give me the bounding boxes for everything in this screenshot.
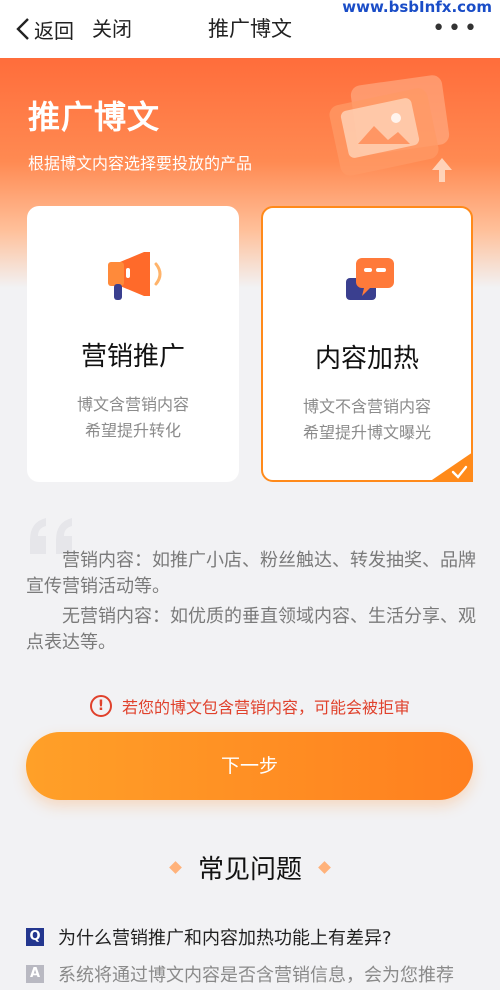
page-title: 推广博文 <box>208 17 292 41</box>
more-options-button[interactable]: ••• <box>432 14 480 44</box>
faq-header: 常见问题 <box>0 850 500 885</box>
warning-icon: ! <box>89 695 112 717</box>
megaphone-icon <box>108 252 162 300</box>
faq-answer-text: 系统将通过博文内容是否含营销信息，会为您推荐 <box>58 965 454 986</box>
faq-question-text: 为什么营销推广和内容加热功能上有差异? <box>58 928 392 949</box>
content-boost-card[interactable]: 内容加热 博文不含营销内容 希望提升博文曝光 <box>261 206 473 482</box>
hero-subtitle: 根据博文内容选择要投放的产品 <box>28 154 253 173</box>
warning-message: ! 若您的博文包含营销内容，可能会被拒审 <box>0 693 500 719</box>
faq-question[interactable]: Q 为什么营销推广和内容加热功能上有差异? <box>26 924 486 950</box>
card-desc-line: 博文不含营销内容 <box>302 397 431 416</box>
card-desc-line: 博文含营销内容 <box>76 395 189 414</box>
chat-bubbles-icon <box>346 258 394 300</box>
promotion-illustration-icon <box>329 75 452 182</box>
card-desc-line: 希望提升转化 <box>84 421 181 440</box>
hero-title: 推广博文 <box>28 98 161 136</box>
diamond-decoration-icon <box>169 860 182 874</box>
question-badge-icon: Q <box>26 928 44 946</box>
card-description: 博文不含营销内容 希望提升博文曝光 <box>263 394 471 446</box>
next-step-button[interactable]: 下一步 <box>26 732 473 800</box>
watermark: www.bsbInfx.com <box>342 0 492 16</box>
nav-bar: 返回 关闭 推广博文 ••• www.bsbInfx.com <box>0 0 500 58</box>
selected-check-icon <box>429 452 473 482</box>
card-desc-line: 希望提升博文曝光 <box>302 423 431 442</box>
non-marketing-content-note: 无营销内容：如优质的垂直领域内容、生活分享、观点表达等。 <box>26 606 476 653</box>
marketing-content-note: 营销内容：如推广小店、粉丝触达、转发抽奖、品牌宣传营销活动等。 <box>26 550 476 597</box>
card-title: 营销推广 <box>80 342 185 372</box>
marketing-promotion-card[interactable]: 营销推广 博文含营销内容 希望提升转化 <box>27 206 239 482</box>
answer-badge-icon: A <box>26 965 44 983</box>
card-description: 博文含营销内容 希望提升转化 <box>27 392 239 444</box>
faq-title: 常见问题 <box>197 854 302 885</box>
card-title: 内容加热 <box>314 344 419 374</box>
warning-text: 若您的博文包含营销内容，可能会被拒审 <box>121 698 410 717</box>
diamond-decoration-icon <box>318 860 331 874</box>
faq-answer: A 系统将通过博文内容是否含营销信息，会为您推荐 <box>26 961 486 987</box>
